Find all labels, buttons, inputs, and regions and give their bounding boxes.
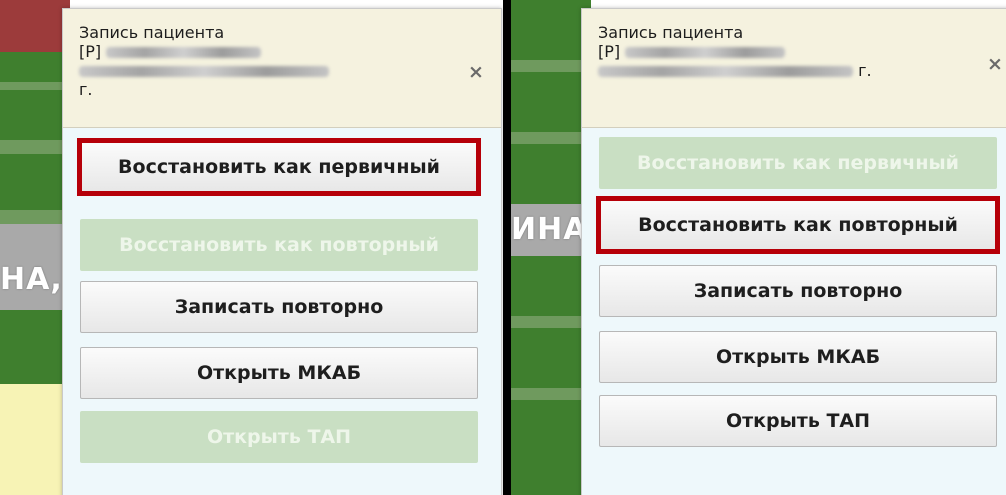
restore-repeat-button[interactable]: Восстановить как повторный	[599, 199, 997, 251]
record-again-button[interactable]: Записать повторно	[599, 265, 997, 317]
open-mkab-button[interactable]: Открыть МКАБ	[599, 331, 997, 383]
background-stripe	[0, 210, 70, 224]
background-stripe	[511, 72, 591, 132]
redacted-text	[106, 47, 262, 58]
background-stripe	[511, 0, 591, 60]
open-mkab-button[interactable]: Открыть МКАБ	[80, 347, 478, 399]
background-stripe	[511, 132, 591, 144]
restore-primary-button[interactable]: Восстановить как первичный	[80, 141, 478, 193]
panel-divider	[503, 0, 511, 495]
close-icon[interactable]: ×	[987, 53, 1003, 75]
background-stripe	[511, 144, 591, 204]
popup-date-line: г.	[598, 61, 872, 80]
background-stripe	[0, 82, 70, 90]
popup-title: Запись пациента [Р] г.	[79, 23, 329, 99]
background-stripe	[0, 154, 70, 210]
background-text: ИНА	[511, 212, 588, 247]
background-stripe	[0, 52, 70, 82]
popup-title: Запись пациента [Р] г.	[598, 23, 872, 80]
background-stripe	[511, 400, 591, 495]
popup-date-suffix: г.	[858, 61, 872, 80]
left-screenshot-panel: НА, Запись пациента [Р] г. × Восстановит…	[0, 0, 503, 495]
right-screenshot-panel: ИНА Запись пациента [Р] г. × Восстановит…	[511, 0, 1006, 495]
open-tap-button: Открыть ТАП	[80, 411, 478, 463]
popup-patient-line: [Р]	[598, 42, 872, 61]
redacted-text	[598, 66, 853, 77]
redacted-text	[625, 47, 786, 58]
background-text: НА,	[0, 262, 63, 297]
background-stripe	[511, 316, 591, 328]
background-stripe	[0, 310, 70, 384]
popup-header: Запись пациента [Р] г. ×	[582, 9, 1006, 128]
patient-prefix: [Р]	[79, 42, 102, 61]
background-stripe	[0, 140, 70, 154]
background-stripe	[511, 388, 591, 400]
background-stripe	[511, 328, 591, 388]
close-icon[interactable]: ×	[468, 61, 484, 83]
restore-primary-button: Восстановить как первичный	[599, 137, 997, 189]
popup-title-line: Запись пациента	[79, 23, 225, 42]
background-stripe	[0, 90, 70, 140]
record-again-button[interactable]: Записать повторно	[80, 281, 478, 333]
popup-date-line	[79, 61, 329, 80]
popup-patient-line: [Р]	[79, 42, 329, 61]
patient-record-popup: Запись пациента [Р] г. × Восстановить ка…	[62, 8, 502, 495]
background-red-block	[0, 0, 70, 52]
popup-title-line: Запись пациента	[598, 23, 744, 42]
redacted-text	[79, 66, 329, 77]
patient-prefix: [Р]	[598, 42, 621, 61]
background-stripe	[511, 256, 591, 316]
popup-header: Запись пациента [Р] г. ×	[63, 9, 501, 128]
popup-date-suffix: г.	[79, 80, 93, 99]
background-stripe	[511, 60, 591, 72]
patient-record-popup: Запись пациента [Р] г. × Восстановить ка…	[581, 8, 1006, 495]
open-tap-button[interactable]: Открыть ТАП	[599, 395, 997, 447]
restore-repeat-button: Восстановить как повторный	[80, 219, 478, 271]
background-yellow-area	[0, 384, 70, 495]
